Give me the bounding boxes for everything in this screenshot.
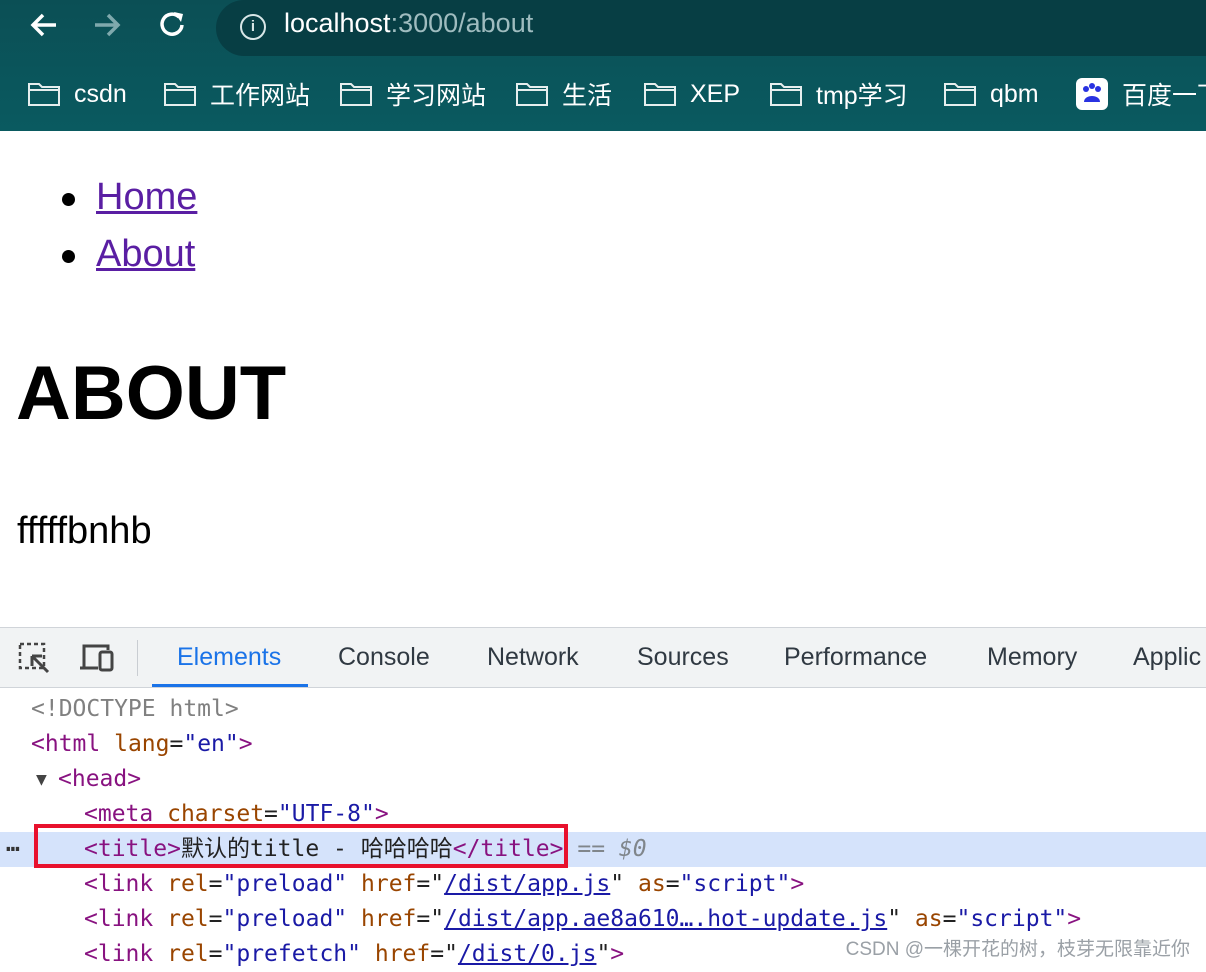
about-link[interactable]: About	[96, 233, 195, 276]
dom-node-doctype[interactable]: <!DOCTYPE html>	[0, 692, 1206, 727]
href-link[interactable]: /dist/0.js	[458, 941, 596, 967]
dom-node-html[interactable]: <html lang="en">	[0, 727, 1206, 762]
tabbar-divider	[137, 640, 138, 676]
bookmark-label: 学习网站	[386, 82, 487, 110]
head-tag: <head>	[58, 766, 142, 792]
bookmark-baidu[interactable]: 百度一下	[1076, 70, 1206, 118]
dom-node-head[interactable]: ▼ <head>	[0, 762, 1206, 797]
address-bar[interactable]: i localhost:3000/about	[216, 0, 1206, 56]
dom-node-link-preload-2[interactable]: <link rel="preload" href="/dist/app.ae8a…	[0, 902, 1206, 937]
highlight-annotation-box	[34, 824, 568, 868]
bookmark-folder-study[interactable]: 学习网站	[340, 70, 486, 118]
reload-icon[interactable]	[154, 8, 190, 42]
html-tag: <html	[31, 731, 101, 757]
folder-icon	[944, 82, 976, 106]
back-arrow-icon[interactable]	[26, 8, 62, 42]
device-toolbar-icon[interactable]	[80, 642, 114, 674]
bookmark-folder-tmp[interactable]: tmp学习	[770, 70, 908, 118]
html-attr-name: lang	[114, 731, 170, 757]
tab-network[interactable]: Network	[487, 628, 579, 687]
doctype-text: <!DOCTYPE html>	[31, 696, 239, 722]
url-text: localhost:3000/about	[284, 8, 534, 38]
tab-memory[interactable]: Memory	[987, 628, 1077, 687]
bookmark-folder-life[interactable]: 生活	[516, 70, 612, 118]
rel-value: "preload"	[222, 871, 348, 897]
href-link[interactable]: /dist/app.js	[444, 871, 610, 897]
bookmark-label: qbm	[990, 79, 1039, 108]
tab-sources[interactable]: Sources	[637, 628, 729, 687]
more-options-icon[interactable]: ⋯	[6, 832, 20, 867]
rel-value: "preload"	[222, 906, 348, 932]
tab-performance[interactable]: Performance	[784, 628, 927, 687]
bookmark-folder-xep[interactable]: XEP	[644, 70, 740, 118]
tab-console[interactable]: Console	[338, 628, 430, 687]
bookmark-folder-csdn[interactable]: csdn	[28, 70, 127, 118]
as-value: "script"	[956, 906, 1068, 932]
bookmark-label: 工作网站	[210, 82, 311, 110]
expand-triangle-icon[interactable]: ▼	[36, 762, 47, 797]
folder-icon	[164, 82, 196, 106]
tab-application[interactable]: Applic	[1133, 628, 1201, 687]
folder-icon	[340, 82, 372, 106]
bookmark-label: 生活	[562, 82, 613, 110]
bookmark-label: tmp学习	[816, 82, 908, 110]
bookmark-label: 百度一下	[1122, 82, 1206, 110]
href-link[interactable]: /dist/app.ae8a610….hot-update.js	[444, 906, 887, 932]
home-link[interactable]: Home	[96, 176, 197, 219]
devtools-tabbar: Elements Console Network Sources Perform…	[0, 627, 1206, 688]
site-info-icon[interactable]: i	[240, 14, 266, 40]
inspect-element-icon[interactable]	[18, 642, 50, 674]
folder-icon	[516, 82, 548, 106]
tab-elements[interactable]: Elements	[151, 628, 309, 687]
page-heading: ABOUT	[16, 351, 287, 436]
as-value: "script"	[679, 871, 791, 897]
folder-icon	[28, 82, 60, 106]
folder-icon	[644, 82, 676, 106]
bookmark-label: csdn	[74, 79, 127, 108]
watermark: CSDN @一棵开花的树，枝芽无限靠近你	[845, 939, 1190, 960]
selected-node-marker: == $0	[577, 836, 647, 862]
forward-arrow-icon[interactable]	[89, 8, 125, 42]
browser-toolbar: i localhost:3000/about csdn 工作网站 学习网站 生活…	[0, 0, 1206, 131]
page-paragraph: fffffbnhb	[17, 510, 152, 552]
bookmark-label: XEP	[690, 79, 741, 108]
bookmarks-bar: csdn 工作网站 学习网站 生活 XEP tmp学习 qbm 百度一下	[0, 70, 1206, 118]
bookmark-folder-work[interactable]: 工作网站	[164, 70, 310, 118]
html-attr-value: "en"	[183, 731, 239, 757]
dom-node-link-preload-1[interactable]: <link rel="preload" href="/dist/app.js" …	[0, 867, 1206, 902]
baidu-paw-icon	[1076, 78, 1108, 110]
rel-value: "prefetch"	[222, 941, 361, 967]
bookmark-folder-qbm[interactable]: qbm	[944, 70, 1039, 118]
folder-icon	[770, 82, 802, 106]
